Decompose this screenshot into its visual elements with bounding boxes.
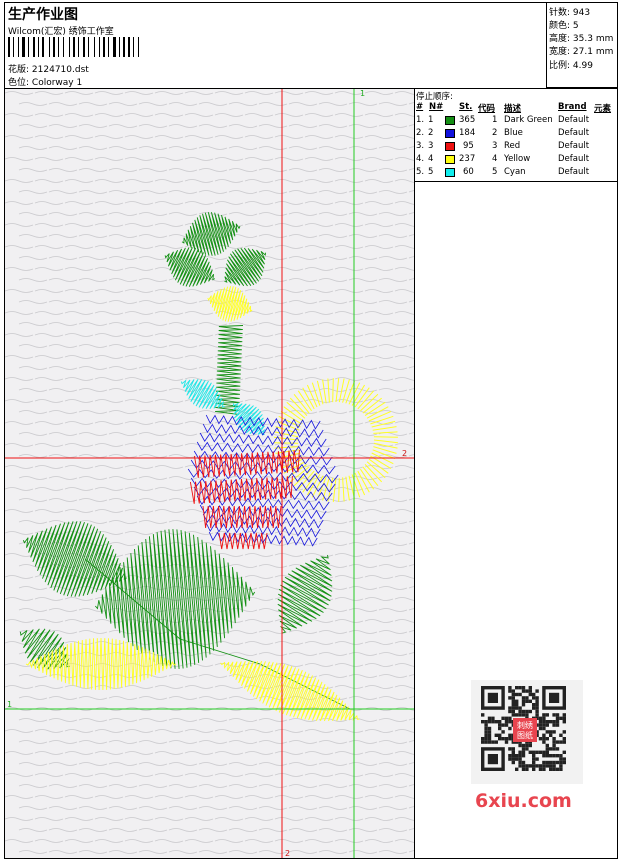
design-label: 花版: <box>8 65 30 75</box>
site-watermark: 6xiu.com <box>475 790 572 812</box>
guide-label-red-bottom: 2 <box>285 849 290 858</box>
stat-stitches: 针数: 943 <box>549 5 590 18</box>
row-description: Yellow <box>504 154 531 164</box>
row-description: Red <box>504 141 521 151</box>
design-file-line: 花版: 2124710.dst <box>8 62 89 75</box>
stat-height-label: 高度: <box>549 34 571 44</box>
legend-row[interactable]: 1. 1 365 1 Dark Green Default <box>414 115 618 128</box>
color-swatch <box>445 142 455 151</box>
legend-header-description: 描述 <box>504 104 522 114</box>
row-stitches: 60 <box>463 167 474 177</box>
stat-stitches-label: 针数: <box>549 8 571 18</box>
row-stitches: 184 <box>459 128 476 138</box>
stat-width-label: 宽度: <box>549 47 571 57</box>
row-needle: 5 <box>428 167 434 177</box>
row-stop: 4. <box>416 154 425 164</box>
row-stop: 2. <box>416 128 425 138</box>
row-stop: 5. <box>416 167 425 177</box>
stat-width: 宽度: 27.1 mm <box>549 44 613 57</box>
row-brand: Default <box>558 154 590 164</box>
row-code: 4 <box>492 154 498 164</box>
row-description: Cyan <box>504 167 526 177</box>
color-swatch <box>445 155 455 164</box>
stat-scale: 比例: 4.99 <box>549 58 593 71</box>
thread-legend: 停止顺序: # N# St. 代码 描述 Brand 元素 1. 1 365 1… <box>414 89 618 182</box>
row-brand: Default <box>558 167 590 177</box>
legend-row[interactable]: 3. 3 95 3 Red Default <box>414 141 618 154</box>
color-swatch <box>445 168 455 177</box>
stat-width-value: 27.1 mm <box>572 47 614 57</box>
row-code: 2 <box>492 128 498 138</box>
row-needle: 4 <box>428 154 434 164</box>
stat-colors: 颜色: 5 <box>549 18 579 31</box>
stat-colors-label: 颜色: <box>549 21 571 31</box>
row-code: 1 <box>492 115 498 125</box>
color-swatch <box>445 116 455 125</box>
row-needle: 2 <box>428 128 434 138</box>
legend-header-stop: # <box>416 102 424 112</box>
legend-header-stitches: St. <box>459 102 473 112</box>
software-name: Wilcom(汇宏) 绣饰工作室 <box>8 27 114 37</box>
row-brand: Default <box>558 128 590 138</box>
row-stitches: 365 <box>459 115 476 125</box>
colorway-line: 色位: Colorway 1 <box>8 75 82 88</box>
guide-label-green-left: 1 <box>7 700 12 709</box>
legend-title: 停止顺序: <box>416 92 453 102</box>
guide-label-red-right: 2 <box>402 449 407 458</box>
stat-scale-value: 4.99 <box>572 61 593 71</box>
row-description: Blue <box>504 128 523 138</box>
row-stop: 3. <box>416 141 425 151</box>
qr-stamp-text-top: 刺绣 <box>517 720 533 730</box>
legend-row[interactable]: 2. 2 184 2 Blue Default <box>414 128 618 141</box>
row-needle: 3 <box>428 141 434 151</box>
row-stitches: 237 <box>459 154 476 164</box>
qr-code[interactable]: 刺绣 图纸 <box>471 680 583 784</box>
row-description: Dark Green <box>504 115 553 125</box>
legend-header-brand: Brand <box>558 102 587 112</box>
legend-header-needle: N# <box>429 102 444 112</box>
colorway-value: Colorway 1 <box>31 78 83 88</box>
stat-height-value: 35.3 mm <box>572 34 614 44</box>
barcode <box>8 37 139 57</box>
stat-height: 高度: 35.3 mm <box>549 31 613 44</box>
color-swatch <box>445 129 455 138</box>
row-code: 3 <box>492 141 498 151</box>
qr-stamp-text-bottom: 图纸 <box>517 730 533 740</box>
stat-scale-label: 比例: <box>549 61 571 71</box>
legend-header-element: 元素 <box>594 104 612 114</box>
legend-row[interactable]: 5. 5 60 5 Cyan Default <box>414 167 618 180</box>
legend-header-code: 代码 <box>478 104 496 114</box>
stat-stitches-value: 943 <box>572 8 591 18</box>
row-code: 5 <box>492 167 498 177</box>
row-brand: Default <box>558 141 590 151</box>
row-stop: 1. <box>416 115 425 125</box>
legend-row[interactable]: 4. 4 237 4 Yellow Default <box>414 154 618 167</box>
row-stitches: 95 <box>463 141 474 151</box>
guide-label-green-top: 1 <box>360 89 365 98</box>
design-canvas[interactable]: 1 1 2 2 <box>5 89 414 858</box>
colorway-label: 色位: <box>8 78 30 88</box>
embroidery-preview: 1 1 2 2 <box>5 89 414 858</box>
qr-code-pattern: 刺绣图纸 <box>481 686 566 771</box>
row-brand: Default <box>558 115 590 125</box>
design-file-value: 2124710.dst <box>31 65 89 75</box>
page-title: 生产作业图 <box>8 7 78 23</box>
row-needle: 1 <box>428 115 434 125</box>
stat-colors-value: 5 <box>572 21 579 31</box>
